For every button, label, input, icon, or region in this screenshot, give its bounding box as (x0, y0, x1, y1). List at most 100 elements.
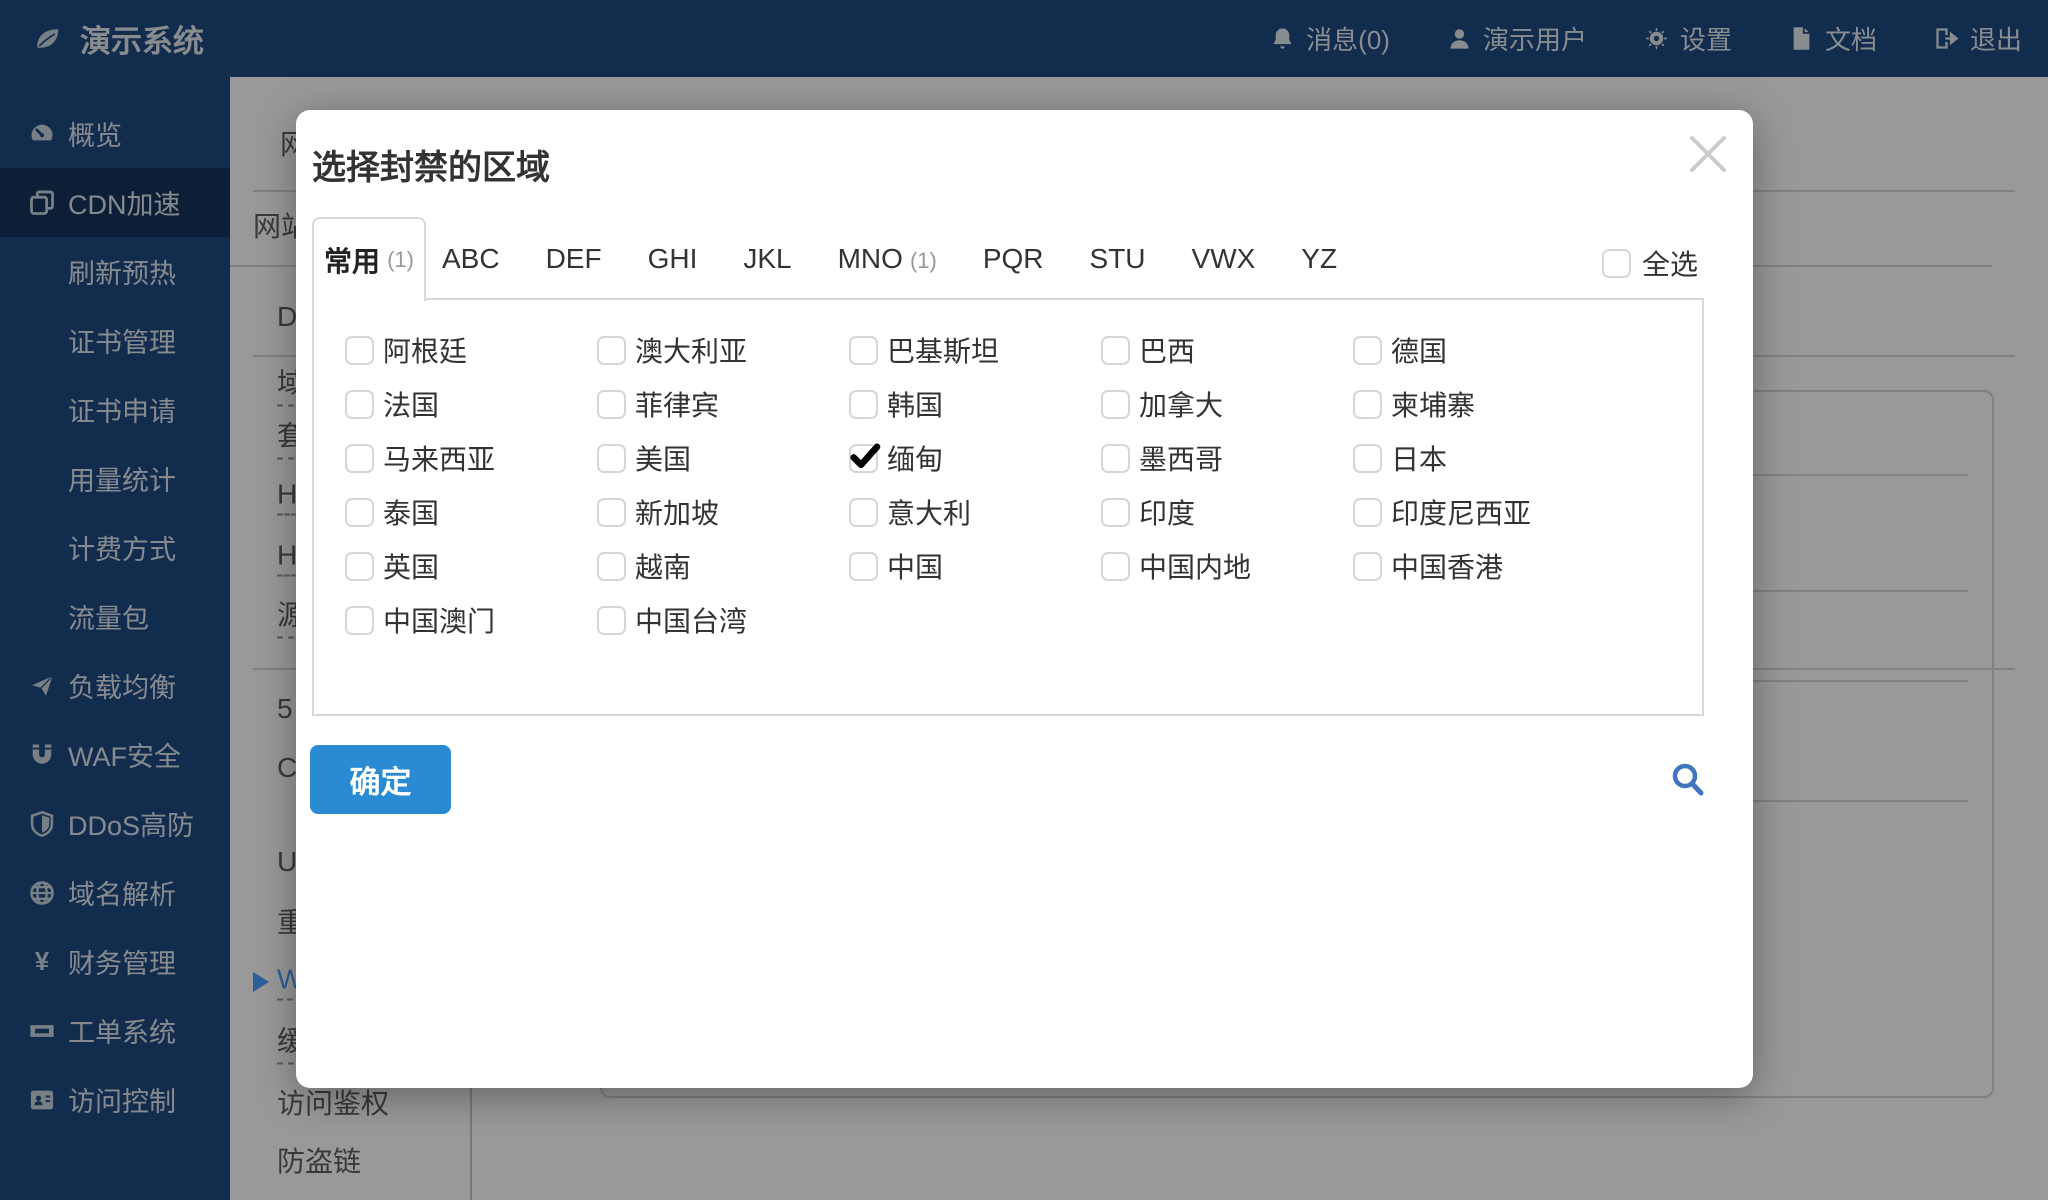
checkbox[interactable] (1101, 498, 1130, 527)
checkbox[interactable] (345, 606, 374, 635)
tab-label: GHI (648, 243, 698, 275)
tab-label: YZ (1301, 243, 1337, 275)
screen: 演示系统 消息(0)演示用户设置文档退出 概览CDN加速刷新预热证书管理证书申请… (0, 0, 2048, 1200)
tab-label: VWX (1192, 243, 1256, 275)
region-checkbox-item[interactable]: 印度 (1101, 485, 1353, 539)
checkbox[interactable] (597, 390, 626, 419)
checkbox[interactable] (1353, 336, 1382, 365)
region-label: 中国台湾 (635, 600, 747, 640)
tab-mno[interactable]: MNO(1) (838, 243, 937, 275)
region-checkbox-item[interactable]: 印度尼西亚 (1353, 485, 1605, 539)
checkbox-checked[interactable] (849, 444, 878, 473)
region-checkbox-item[interactable]: 新加坡 (597, 485, 849, 539)
tab-label: PQR (983, 243, 1044, 275)
region-checkbox-item[interactable]: 法国 (345, 377, 597, 431)
tab-vwx[interactable]: VWX (1192, 243, 1256, 275)
region-checkbox-item[interactable]: 巴基斯坦 (849, 323, 1101, 377)
checkbox[interactable] (1101, 444, 1130, 473)
tab-abc[interactable]: ABC (442, 243, 500, 275)
region-label: 巴基斯坦 (887, 330, 999, 370)
region-checkbox-item[interactable]: 柬埔寨 (1353, 377, 1605, 431)
search-icon[interactable] (1668, 760, 1708, 800)
region-checkbox-item[interactable]: 美国 (597, 431, 849, 485)
checkbox[interactable] (345, 444, 374, 473)
checkbox[interactable] (345, 498, 374, 527)
tab-changyong[interactable]: 常用 (1) (312, 217, 426, 301)
tab-yz[interactable]: YZ (1301, 243, 1337, 275)
tab-label: STU (1090, 243, 1146, 275)
checkbox[interactable] (849, 336, 878, 365)
region-label: 法国 (383, 384, 439, 424)
tab-label: MNO (838, 243, 903, 275)
region-label: 中国澳门 (383, 600, 495, 640)
region-checkbox-item[interactable]: 日本 (1353, 431, 1605, 485)
checkbox[interactable] (1101, 552, 1130, 581)
region-label: 美国 (635, 438, 691, 478)
region-checkbox-item[interactable]: 缅甸 (849, 431, 1101, 485)
region-label: 加拿大 (1139, 384, 1223, 424)
checkbox[interactable] (1602, 249, 1631, 278)
region-checkbox-item[interactable]: 越南 (597, 539, 849, 593)
region-checkbox-item[interactable]: 墨西哥 (1101, 431, 1353, 485)
close-icon[interactable] (1684, 130, 1732, 178)
region-checkbox-item[interactable]: 泰国 (345, 485, 597, 539)
checkbox[interactable] (1101, 390, 1130, 419)
region-checkbox-item[interactable]: 中国澳门 (345, 593, 597, 647)
region-label: 缅甸 (887, 438, 943, 478)
checkbox[interactable] (597, 552, 626, 581)
region-checkbox-item[interactable]: 中国 (849, 539, 1101, 593)
region-checkbox-item[interactable]: 德国 (1353, 323, 1605, 377)
region-checkbox-item[interactable]: 阿根廷 (345, 323, 597, 377)
region-label: 韩国 (887, 384, 943, 424)
region-label: 印度 (1139, 492, 1195, 532)
region-label: 泰国 (383, 492, 439, 532)
checkbox[interactable] (345, 336, 374, 365)
tab-pqr[interactable]: PQR (983, 243, 1044, 275)
checkbox[interactable] (597, 498, 626, 527)
tab-label: DEF (546, 243, 602, 275)
region-block-dialog: 选择封禁的区域 常用 (1) ABC DEF GHI JKL MNO(1) PQR STU V… (296, 110, 1753, 1088)
region-checkbox-item[interactable]: 中国香港 (1353, 539, 1605, 593)
region-label: 新加坡 (635, 492, 719, 532)
region-checkbox-item[interactable]: 英国 (345, 539, 597, 593)
region-label: 德国 (1391, 330, 1447, 370)
confirm-button[interactable]: 确定 (310, 745, 451, 814)
checkbox[interactable] (1353, 390, 1382, 419)
region-grid: 阿根廷澳大利亚巴基斯坦 巴西德国法国 菲律宾韩国 加拿大 柬埔寨马来西亚美国 缅甸 墨西哥 日… (345, 323, 1605, 647)
checkbox[interactable] (1101, 336, 1130, 365)
select-all-checkbox[interactable]: 全选 (1602, 243, 1698, 283)
checkbox[interactable] (345, 390, 374, 419)
region-checkbox-item[interactable]: 加拿大 (1101, 377, 1353, 431)
tab-stu[interactable]: STU (1090, 243, 1146, 275)
checkbox[interactable] (597, 444, 626, 473)
tab-label: ABC (442, 243, 500, 275)
tab-def[interactable]: DEF (546, 243, 602, 275)
region-label: 中国内地 (1139, 546, 1251, 586)
checkbox[interactable] (1353, 444, 1382, 473)
region-label: 中国 (887, 546, 943, 586)
checkbox[interactable] (849, 390, 878, 419)
region-checkbox-item[interactable]: 菲律宾 (597, 377, 849, 431)
checkbox[interactable] (1353, 498, 1382, 527)
region-checkbox-item[interactable]: 马来西亚 (345, 431, 597, 485)
region-label: 墨西哥 (1139, 438, 1223, 478)
region-panel: 阿根廷澳大利亚巴基斯坦 巴西德国法国 菲律宾韩国 加拿大 柬埔寨马来西亚美国 缅甸 墨西哥 日… (312, 298, 1704, 716)
region-checkbox-item[interactable]: 意大利 (849, 485, 1101, 539)
checkbox[interactable] (597, 336, 626, 365)
tab-jkl[interactable]: JKL (743, 243, 791, 275)
region-label: 印度尼西亚 (1391, 492, 1531, 532)
tab-ghi[interactable]: GHI (648, 243, 698, 275)
checkbox[interactable] (597, 606, 626, 635)
region-checkbox-item[interactable]: 中国台湾 (597, 593, 849, 647)
region-checkbox-item[interactable]: 中国内地 (1101, 539, 1353, 593)
region-checkbox-item[interactable]: 澳大利亚 (597, 323, 849, 377)
checkbox[interactable] (849, 498, 878, 527)
region-checkbox-item[interactable]: 韩国 (849, 377, 1101, 431)
region-label: 日本 (1391, 438, 1447, 478)
region-checkbox-item[interactable]: 巴西 (1101, 323, 1353, 377)
checkbox[interactable] (345, 552, 374, 581)
checkbox[interactable] (1353, 552, 1382, 581)
tab-strip: ABC DEF GHI JKL MNO(1) PQR STU VWX YZ (442, 217, 1337, 300)
checkbox[interactable] (849, 552, 878, 581)
dialog-title: 选择封禁的区域 (312, 140, 550, 189)
